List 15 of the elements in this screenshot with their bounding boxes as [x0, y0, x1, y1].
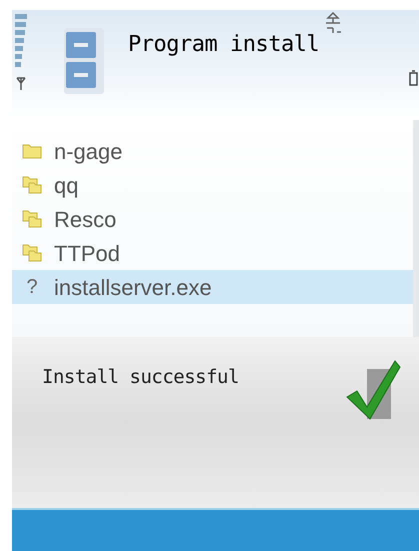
folders-icon	[22, 244, 42, 262]
folder-icon	[22, 143, 42, 159]
data-transfer-icon	[323, 12, 344, 36]
file-list-item[interactable]: qq	[12, 168, 413, 202]
folders-icon	[22, 176, 42, 194]
folders-icon	[22, 210, 42, 228]
file-list-item[interactable]: TTPod	[12, 236, 413, 270]
window-title: Program install	[128, 31, 320, 59]
file-list-item[interactable]: ? installserver.exe	[12, 270, 413, 304]
signal-icon	[14, 12, 28, 92]
dialog-message: Install successful	[42, 365, 239, 390]
file-list-item[interactable]: n-gage	[12, 134, 413, 168]
unknown-file-icon: ?	[22, 272, 42, 302]
battery-icon	[409, 70, 419, 86]
file-list-item[interactable]: Resco	[12, 202, 413, 236]
